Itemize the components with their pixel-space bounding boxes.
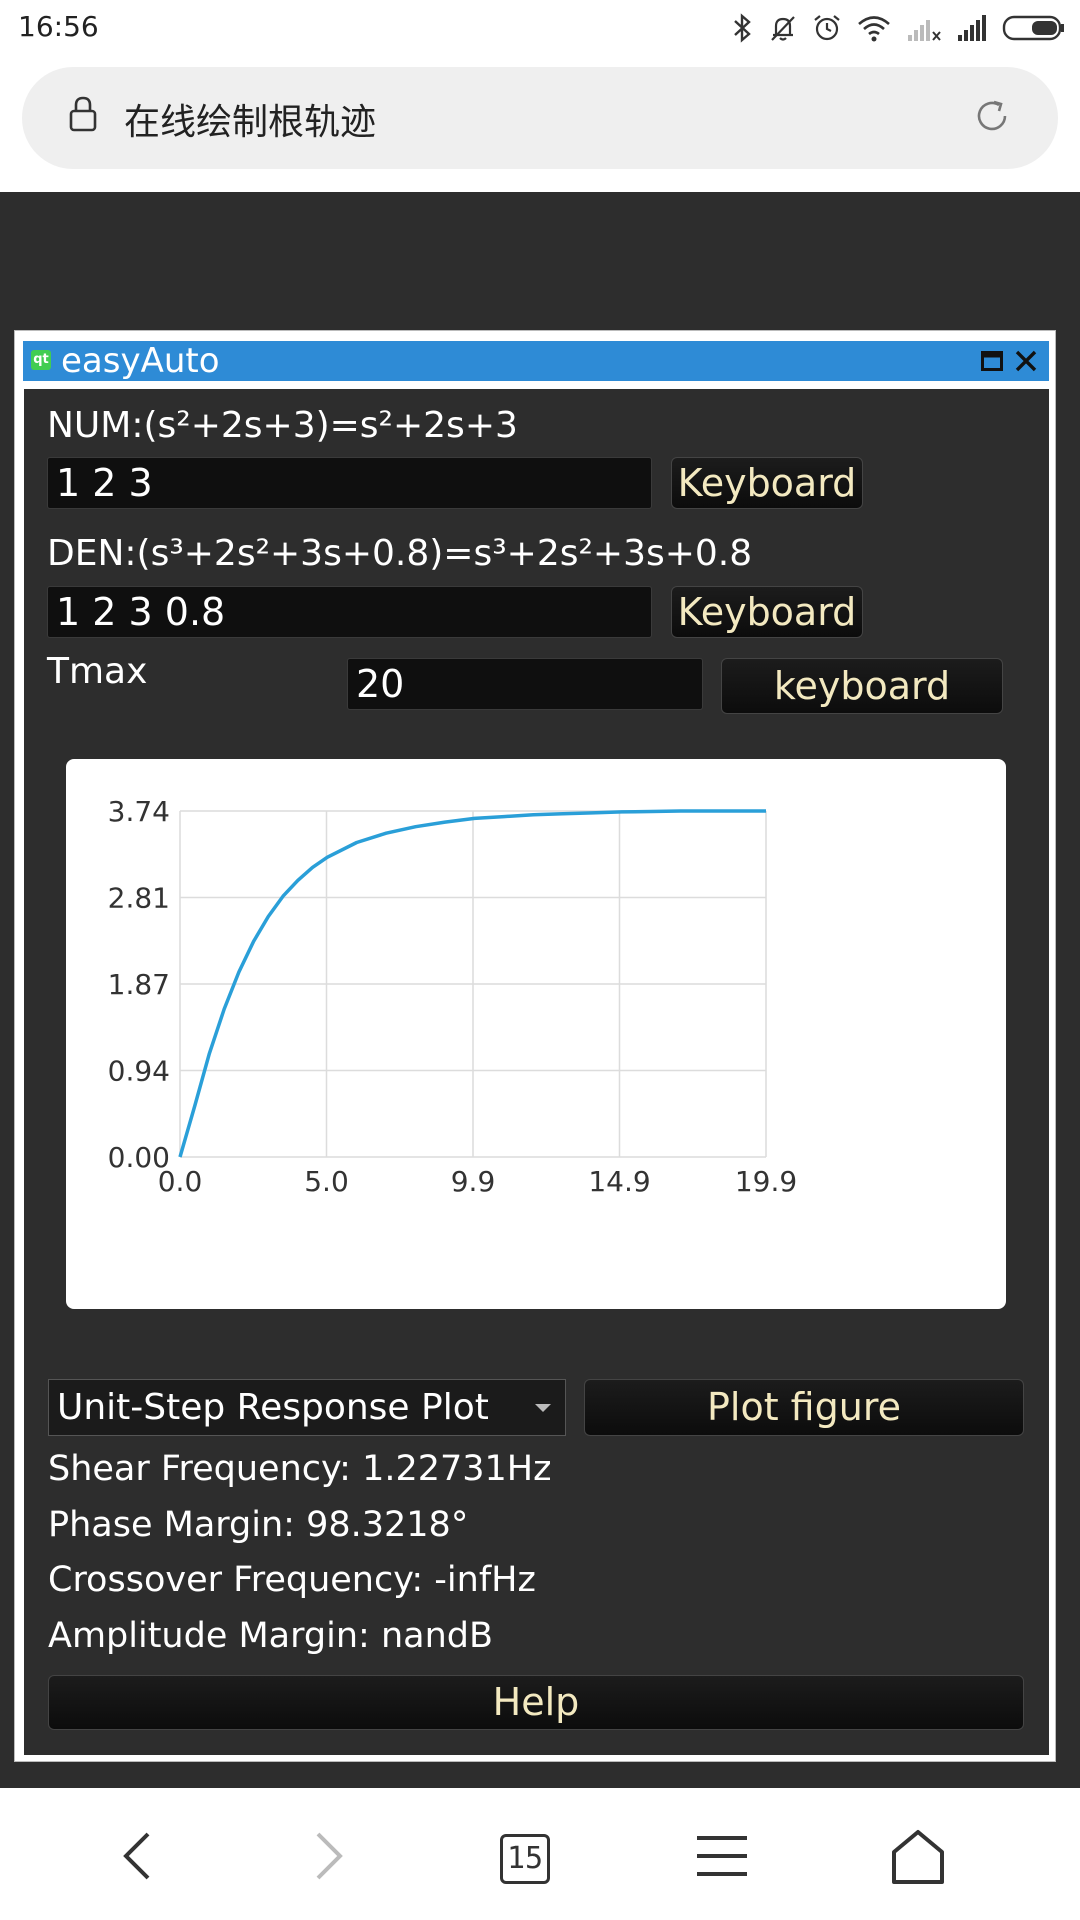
bluetooth-icon (734, 13, 751, 43)
y-tick-label: 1.87 (108, 968, 170, 1001)
y-tick-label: 2.81 (108, 882, 170, 915)
mute-bell-icon (771, 16, 795, 41)
tmax-label: Tmax (47, 651, 148, 692)
chart-panel: 0.0 5.0 9.9 14.9 19.9 0.00 0.94 1.87 2.81 3.74 (66, 759, 1006, 1309)
plot-figure-button[interactable]: Plot figure (584, 1379, 1024, 1436)
app-window: qt easyAuto NUM:(s²+2s+3)=s²+2s+3 1 2 3 … (14, 330, 1056, 1762)
home-icon[interactable] (890, 1828, 946, 1886)
den-input[interactable]: 1 2 3 0.8 (47, 586, 652, 638)
tmax-keyboard-button[interactable]: keyboard (721, 658, 1003, 714)
num-label: NUM:(s²+2s+3)=s²+2s+3 (47, 405, 518, 446)
window-title: easyAuto (61, 341, 220, 381)
signal-no-sim-icon (908, 20, 941, 41)
alarm-icon (814, 15, 840, 41)
step-response-chart: 0.0 5.0 9.9 14.9 19.90.000.941.872.813.74 (108, 795, 798, 1198)
x-tick-label: 5.0 (304, 1165, 349, 1198)
status-time: 16:56 (18, 10, 99, 43)
plot-type-select[interactable]: Unit-Step Response Plot (48, 1379, 566, 1436)
plot-type-value: Unit-Step Response Plot (57, 1387, 489, 1428)
back-icon[interactable] (116, 1828, 156, 1884)
den-label: DEN:(s³+2s²+3s+0.8)=s³+2s²+3s+0.8 (47, 533, 753, 574)
y-tick-label: 0.94 (108, 1055, 170, 1088)
num-input[interactable]: 1 2 3 (47, 457, 652, 509)
shear-frequency-text: Shear Frequency: 1.22731Hz (48, 1449, 552, 1489)
battery-icon (1002, 15, 1064, 41)
help-button[interactable]: Help (48, 1675, 1024, 1730)
browser-toolbar: 在线绘制根轨迹 (0, 55, 1080, 192)
qt-logo-icon: qt (31, 350, 51, 370)
tabs-button[interactable]: 15 (500, 1834, 550, 1884)
amplitude-margin-text: Amplitude Margin: nandB (48, 1616, 493, 1656)
lock-icon (69, 96, 97, 132)
status-icons (732, 8, 1066, 48)
signal-icon (958, 15, 986, 41)
x-tick-label: 9.9 (451, 1165, 496, 1198)
den-keyboard-button[interactable]: Keyboard (671, 586, 863, 638)
phase-margin-text: Phase Margin: 98.3218° (48, 1505, 469, 1545)
x-tick-label: 14.9 (588, 1165, 650, 1198)
crossover-frequency-text: Crossover Frequency: -infHz (48, 1560, 536, 1600)
menu-icon[interactable] (695, 1828, 749, 1884)
address-bar[interactable]: 在线绘制根轨迹 (22, 67, 1058, 169)
num-keyboard-button[interactable]: Keyboard (671, 457, 863, 509)
app-content: NUM:(s²+2s+3)=s²+2s+3 1 2 3 Keyboard DEN… (24, 389, 1049, 1755)
forward-icon[interactable] (310, 1828, 350, 1884)
y-tick-label: 3.74 (108, 795, 170, 828)
wifi-icon (858, 16, 890, 42)
status-bar: 16:56 (0, 0, 1080, 55)
y-tick-label: 0.00 (108, 1141, 170, 1174)
close-icon[interactable] (1013, 347, 1039, 375)
tmax-input[interactable]: 20 (347, 658, 703, 710)
browser-nav-bar: 15 (0, 1788, 1080, 1920)
window-titlebar[interactable]: qt easyAuto (23, 341, 1049, 381)
chevron-down-icon (535, 1404, 551, 1412)
page-title: 在线绘制根轨迹 (124, 102, 377, 143)
reload-icon[interactable] (972, 96, 1012, 136)
x-tick-label: 19.9 (735, 1165, 797, 1198)
maximize-icon[interactable] (981, 351, 1003, 371)
